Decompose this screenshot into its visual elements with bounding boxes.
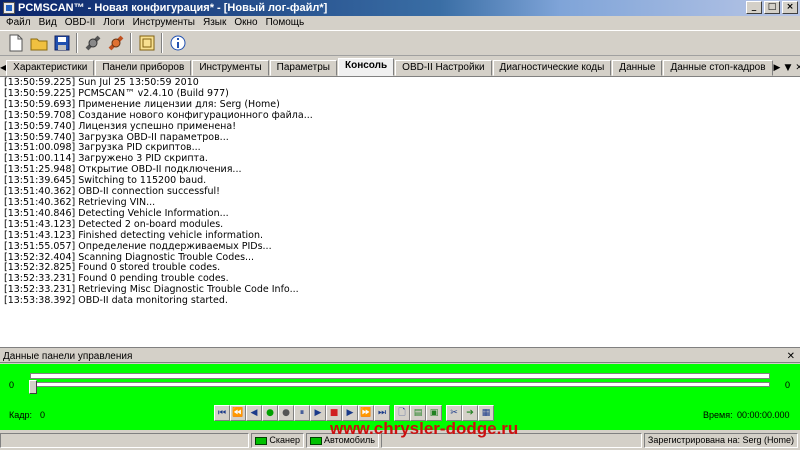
first-frame-icon[interactable]: ⏮	[214, 405, 230, 421]
toolbar-separator	[76, 33, 78, 53]
connect-icon[interactable]	[81, 32, 104, 54]
log-line: [13:51:43.123] Finished detecting vehicl…	[4, 229, 263, 241]
tab-list-icon[interactable]: ▼	[784, 60, 791, 76]
log-line: [13:53:38.392] OBD-II data monitoring st…	[4, 295, 228, 307]
menu-bar: Файл Вид OBD-II Логи Инструменты Язык Ок…	[0, 16, 800, 30]
play-icon[interactable]: ▶	[310, 405, 326, 421]
menu-logs[interactable]: Логи	[99, 16, 128, 30]
slider-handle[interactable]	[29, 380, 37, 394]
menu-view[interactable]: Вид	[35, 16, 61, 30]
play-indicator-icon[interactable]: ●	[262, 405, 278, 421]
close-icon[interactable]: ✕	[787, 350, 795, 363]
tab-controls: ▶ ▼ ✕	[774, 60, 800, 76]
save-icon[interactable]	[50, 32, 73, 54]
registration-status: Зарегистрирована на: Serg (Home)	[643, 433, 798, 448]
playback-track-upper	[30, 373, 770, 379]
record-off-icon[interactable]: ●	[278, 405, 294, 421]
frame-value: 0	[40, 410, 46, 420]
menu-help[interactable]: Помощь	[262, 16, 309, 30]
window-controls: _ □ ×	[746, 1, 798, 14]
menu-obd2[interactable]: OBD-II	[61, 16, 100, 30]
window-title: PCMSCAN™ - Новая конфигурация* - [Новый …	[18, 2, 328, 14]
scanner-led-icon	[255, 436, 268, 445]
watermark: www.chrysler-dodge.ru	[330, 419, 519, 438]
menu-window[interactable]: Окно	[230, 16, 261, 30]
tab-parameters[interactable]: Параметры	[269, 60, 337, 76]
toolbar-separator	[130, 33, 132, 53]
tab-tools[interactable]: Инструменты	[192, 60, 269, 76]
pause-icon[interactable]: ⏸	[294, 405, 310, 421]
maximize-icon[interactable]: □	[764, 1, 780, 14]
slider-max-value: 0	[785, 380, 791, 390]
slider-min-value: 0	[9, 380, 15, 390]
info-icon[interactable]	[166, 32, 189, 54]
tab-obd2-settings[interactable]: OBD-II Настройки	[395, 60, 492, 76]
open-folder-icon[interactable]	[27, 32, 50, 54]
app-icon	[3, 2, 15, 14]
title-bar: PCMSCAN™ - Новая конфигурация* - [Новый …	[0, 0, 800, 16]
new-file-icon[interactable]	[4, 32, 27, 54]
tab-characteristics[interactable]: Характеристики	[6, 60, 95, 76]
panel-title: Данные панели управления	[3, 351, 133, 362]
time-value: 00:00:00.000	[737, 410, 790, 420]
tab-close-icon[interactable]: ✕	[795, 60, 800, 76]
menu-language[interactable]: Язык	[199, 16, 230, 30]
console-log[interactable]: [13:50:59.225] Sun Jul 25 13:50:59 2010 …	[0, 76, 800, 348]
tab-data[interactable]: Данные	[612, 60, 663, 76]
tab-console[interactable]: Консоль	[337, 58, 395, 76]
tab-freeze-frame[interactable]: Данные стоп-кадров	[663, 60, 773, 76]
playback-slider[interactable]	[30, 382, 770, 387]
dashboard-panel-header: Данные панели управления ✕	[0, 350, 800, 363]
disconnect-icon[interactable]	[104, 32, 127, 54]
log-line: [13:51:55.057] Определение поддерживаемы…	[4, 240, 272, 252]
window-icon[interactable]	[135, 32, 158, 54]
frame-label: Кадр:	[9, 410, 33, 420]
menu-file[interactable]: Файл	[2, 16, 35, 30]
close-icon[interactable]: ×	[782, 1, 798, 14]
menu-tools[interactable]: Инструменты	[129, 16, 199, 30]
toolbar	[0, 30, 800, 56]
log-line: [13:50:59.740] Лицензия успешно применен…	[4, 120, 237, 132]
vehicle-led-icon	[310, 436, 322, 445]
tab-diagnostic-codes[interactable]: Диагностические коды	[492, 60, 612, 76]
time-label: Время:	[703, 410, 733, 420]
tab-dashboards[interactable]: Панели приборов	[95, 60, 192, 76]
scanner-status: Сканер	[251, 433, 304, 448]
minimize-icon[interactable]: _	[746, 1, 762, 14]
toolbar-separator	[161, 33, 163, 53]
tab-strip: ◀ Характеристики Панели приборов Инструм…	[0, 58, 800, 76]
step-back-icon[interactable]: ◀	[246, 405, 262, 421]
tab-scroll-right-icon[interactable]: ▶	[774, 60, 781, 76]
rewind-icon[interactable]: ⏪	[230, 405, 246, 421]
log-line: [13:50:59.708] Создание нового конфигура…	[4, 109, 313, 121]
scanner-label: Сканер	[269, 435, 300, 445]
status-cell-empty	[0, 433, 250, 448]
